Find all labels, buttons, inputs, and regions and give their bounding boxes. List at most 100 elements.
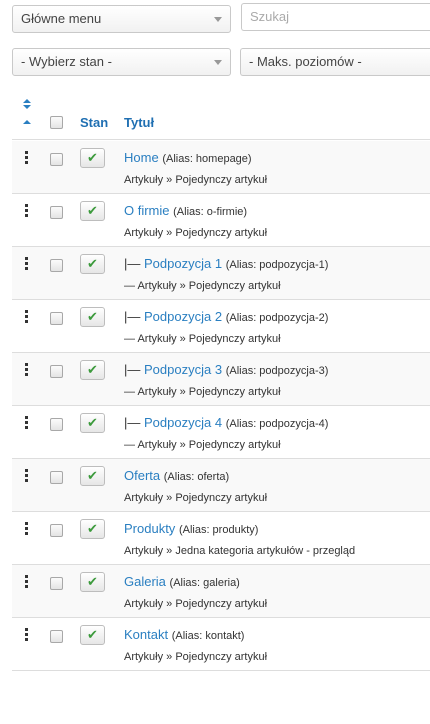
check-icon: ✔ xyxy=(87,309,98,324)
chevron-down-icon xyxy=(214,60,222,65)
table-row: ✔ Home (Alias: homepage) Artykuły » Pojedy… xyxy=(12,141,430,194)
drag-handle-icon[interactable] xyxy=(25,575,28,588)
row-checkbox[interactable] xyxy=(50,206,63,219)
row-checkbox[interactable] xyxy=(50,630,63,643)
type-label: Artykuły » Jedna kategoria artykułów - p… xyxy=(124,545,356,557)
item-title-link[interactable]: Podpozycja 2 xyxy=(144,309,222,324)
table-header: Stan Tytuł xyxy=(12,90,430,140)
state-toggle-button[interactable]: ✔ xyxy=(80,572,105,592)
search-placeholder: Szukaj xyxy=(250,9,290,24)
type-label: Artykuły » Pojedynczy artykuł xyxy=(137,280,281,292)
type-label: Artykuły » Pojedynczy artykuł xyxy=(137,386,281,398)
title-cell: |— Podpozycja 4 (Alias: podpozycja-4) xyxy=(124,415,328,430)
check-icon: ✔ xyxy=(87,521,98,536)
sort-active-icon[interactable] xyxy=(23,120,31,124)
drag-handle-icon[interactable] xyxy=(25,628,28,641)
column-header-title[interactable]: Tytuł xyxy=(124,115,154,130)
check-icon: ✔ xyxy=(87,362,98,377)
item-alias: (Alias: podpozycja-3) xyxy=(225,365,329,377)
state-toggle-button[interactable]: ✔ xyxy=(80,466,105,486)
check-icon: ✔ xyxy=(87,203,98,218)
title-cell: Kontakt (Alias: kontakt) xyxy=(124,627,244,642)
row-checkbox[interactable] xyxy=(50,418,63,431)
table-row: ✔ Oferta (Alias: oferta) Artykuły » Pojedy… xyxy=(12,459,430,512)
drag-handle-icon[interactable] xyxy=(25,363,28,376)
sort-asc-icon[interactable] xyxy=(23,99,31,103)
title-cell: O firmie (Alias: o-firmie) xyxy=(124,203,247,218)
title-cell: |— Podpozycja 2 (Alias: podpozycja-2) xyxy=(124,309,328,324)
item-type: Artykuły » Jedna kategoria artykułów - p… xyxy=(124,545,355,557)
item-title-link[interactable]: Galeria xyxy=(124,574,166,589)
menu-select-value: Główne menu xyxy=(21,11,102,26)
search-input[interactable]: Szukaj xyxy=(241,3,430,31)
check-icon: ✔ xyxy=(87,574,98,589)
state-toggle-button[interactable]: ✔ xyxy=(80,307,105,327)
max-levels-select[interactable]: - Maks. poziomów - xyxy=(240,48,430,76)
select-all-checkbox[interactable] xyxy=(50,116,63,129)
type-label: Artykuły » Pojedynczy artykuł xyxy=(137,333,281,345)
item-title-link[interactable]: Podpozycja 3 xyxy=(144,362,222,377)
table-row: ✔ |— Podpozycja 4 (Alias: podpozycja-4) — … xyxy=(12,406,430,459)
state-toggle-button[interactable]: ✔ xyxy=(80,360,105,380)
item-alias: (Alias: o-firmie) xyxy=(173,206,248,218)
title-cell: |— Podpozycja 3 (Alias: podpozycja-3) xyxy=(124,362,328,377)
table-row: ✔ Galeria (Alias: galeria) Artykuły » Poje… xyxy=(12,565,430,618)
item-title-link[interactable]: Home xyxy=(124,150,159,165)
drag-handle-icon[interactable] xyxy=(25,416,28,429)
state-toggle-button[interactable]: ✔ xyxy=(80,254,105,274)
drag-handle-icon[interactable] xyxy=(25,257,28,270)
row-checkbox[interactable] xyxy=(50,524,63,537)
state-toggle-button[interactable]: ✔ xyxy=(80,413,105,433)
state-toggle-button[interactable]: ✔ xyxy=(80,625,105,645)
row-checkbox[interactable] xyxy=(50,259,63,272)
item-type: Artykuły » Pojedynczy artykuł xyxy=(124,174,267,186)
type-label: Artykuły » Pojedynczy artykuł xyxy=(124,492,268,504)
item-alias: (Alias: kontakt) xyxy=(171,630,245,642)
item-title-link[interactable]: Podpozycja 1 xyxy=(144,256,222,271)
drag-handle-icon[interactable] xyxy=(25,204,28,217)
menu-select[interactable]: Główne menu xyxy=(12,5,231,33)
state-toggle-button[interactable]: ✔ xyxy=(80,519,105,539)
table-row: ✔ Kontakt (Alias: kontakt) Artykuły » Poje… xyxy=(12,618,430,671)
check-icon: ✔ xyxy=(87,150,98,165)
row-checkbox[interactable] xyxy=(50,365,63,378)
item-alias: (Alias: produkty) xyxy=(178,524,259,536)
item-alias: (Alias: podpozycja-4) xyxy=(225,418,329,430)
item-title-link[interactable]: Produkty xyxy=(124,521,175,536)
type-prefix: — xyxy=(124,333,138,345)
drag-handle-icon[interactable] xyxy=(25,310,28,323)
column-header-state[interactable]: Stan xyxy=(80,115,108,130)
item-title-link[interactable]: O firmie xyxy=(124,203,170,218)
table-row: ✔ O firmie (Alias: o-firmie) Artykuły » Po… xyxy=(12,194,430,247)
item-alias: (Alias: oferta) xyxy=(163,471,230,483)
item-title-link[interactable]: Oferta xyxy=(124,468,160,483)
item-type: — Artykuły » Pojedynczy artykuł xyxy=(124,439,281,451)
item-alias: (Alias: homepage) xyxy=(162,153,252,165)
row-checkbox[interactable] xyxy=(50,153,63,166)
state-toggle-button[interactable]: ✔ xyxy=(80,201,105,221)
item-title-link[interactable]: Podpozycja 4 xyxy=(144,415,222,430)
drag-handle-icon[interactable] xyxy=(25,151,28,164)
item-type: — Artykuły » Pojedynczy artykuł xyxy=(124,386,281,398)
type-label: Artykuły » Pojedynczy artykuł xyxy=(124,174,268,186)
item-alias: (Alias: podpozycja-2) xyxy=(225,312,329,324)
title-cell: |— Podpozycja 1 (Alias: podpozycja-1) xyxy=(124,256,328,271)
type-prefix: — xyxy=(124,386,138,398)
table-row: ✔ Produkty (Alias: produkty) Artykuły » Je… xyxy=(12,512,430,565)
type-label: Artykuły » Pojedynczy artykuł xyxy=(124,598,268,610)
sort-desc-icon[interactable] xyxy=(23,105,31,109)
menu-items-table: ✔ Home (Alias: homepage) Artykuły » Pojedy… xyxy=(12,141,430,671)
state-filter-value: - Wybierz stan - xyxy=(21,54,112,69)
item-type: Artykuły » Pojedynczy artykuł xyxy=(124,651,267,663)
row-checkbox[interactable] xyxy=(50,577,63,590)
title-cell: Galeria (Alias: galeria) xyxy=(124,574,240,589)
drag-handle-icon[interactable] xyxy=(25,469,28,482)
item-title-link[interactable]: Kontakt xyxy=(124,627,168,642)
state-toggle-button[interactable]: ✔ xyxy=(80,148,105,168)
type-prefix: — xyxy=(124,439,138,451)
row-checkbox[interactable] xyxy=(50,471,63,484)
state-filter-select[interactable]: - Wybierz stan - xyxy=(12,48,231,76)
title-cell: Oferta (Alias: oferta) xyxy=(124,468,229,483)
row-checkbox[interactable] xyxy=(50,312,63,325)
drag-handle-icon[interactable] xyxy=(25,522,28,535)
